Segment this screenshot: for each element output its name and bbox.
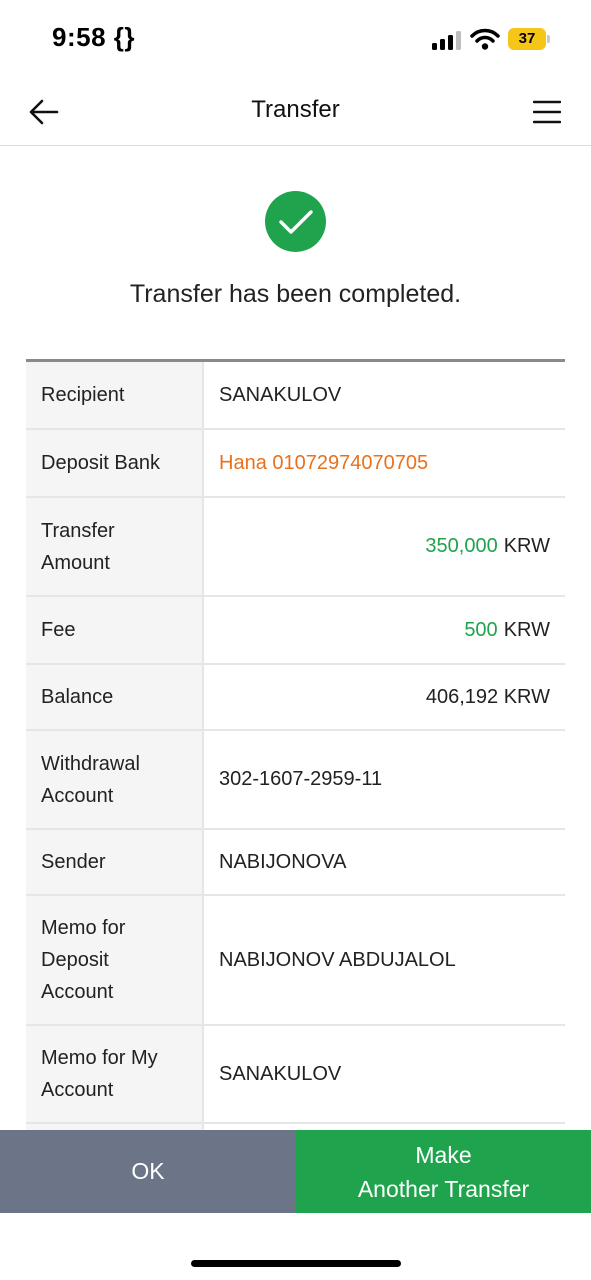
transfer-amount-number: 350,000 [425,535,498,557]
status-time: 9:58 {} [52,22,135,52]
fee-value: 500 KRW [204,597,565,663]
withdrawal-account-label-line2: Account [41,784,114,807]
transfer-amount-currency: KRW [503,535,550,557]
cellular-signal-icon [432,30,462,50]
detail-row-fee: Fee 500 KRW [26,597,565,665]
recipient-value: SANAKULOV [219,383,342,406]
fee-currency: KRW [503,618,550,641]
detail-row-deposit-bank: Deposit Bank Hana 01072974070705 [26,430,565,498]
memo-my-account-label-line1: Memo for My [41,1047,158,1069]
success-message: Transfer has been completed. [129,280,462,308]
fee-number: 500 [464,618,498,641]
sender-label: Sender [26,830,204,894]
sender-value: NABIJONOVA [219,850,347,873]
memo-deposit-value: NABIJONOV ABDUJALOL [219,948,456,971]
detail-row-sender: Sender NABIJONOVA [26,830,565,896]
detail-row-withdrawal-account: Withdrawal Account 302-1607-2959-11 [26,731,565,830]
memo-deposit-label-line3: Account [41,981,114,1003]
detail-row-memo-my-account: Memo for My Account SANAKULOV [26,1026,565,1124]
deposit-bank-value: Hana 01072974070705 [219,451,429,474]
detail-row-transfer-amount: Transfer Amount 350,000 KRW [26,498,565,597]
transfer-details-table: Recipient SANAKULOV Deposit Bank Hana 01… [26,359,565,1164]
memo-my-account-value: SANAKULOV [219,1062,342,1085]
transfer-amount-label-line1: Transfer [41,519,115,542]
memo-deposit-label-line2: Deposit [41,949,109,971]
make-another-transfer-line1: Make [415,1141,472,1168]
check-circle-icon [265,191,326,252]
withdrawal-account-value: 302-1607-2959-11 [219,768,383,790]
transfer-amount-label: Transfer Amount [26,498,204,595]
bottom-action-bar: OK Make Another Transfer [0,1130,591,1213]
hamburger-menu-icon [533,100,561,124]
memo-my-account-label: Memo for My Account [26,1026,204,1122]
battery-level: 37 [518,30,536,47]
status-bar: 9:58 {} 37 [0,0,591,78]
ok-button[interactable]: OK [0,1130,296,1213]
recipient-label: Recipient [26,362,204,428]
balance-value: 406,192 KRW [425,685,550,708]
transfer-amount-label-line2: Amount [41,551,110,574]
nav-bar: Transfer [0,78,591,146]
menu-button[interactable] [527,92,567,132]
withdrawal-account-label-line1: Withdrawal [41,752,140,775]
wifi-icon [470,27,500,51]
detail-row-memo-deposit: Memo for Deposit Account NABIJONOV ABDUJ… [26,896,565,1026]
page-title: Transfer [251,96,340,123]
balance-label: Balance [26,665,204,729]
memo-my-account-label-line2: Account [41,1079,114,1101]
detail-row-balance: Balance 406,192 KRW [26,665,565,731]
detail-row-recipient: Recipient SANAKULOV [26,362,565,430]
make-another-transfer-line2: Another Transfer [357,1175,530,1202]
battery-charging-icon: 37 [508,28,550,50]
fee-label: Fee [26,597,204,663]
home-indicator[interactable] [191,1260,401,1267]
withdrawal-account-label: Withdrawal Account [26,731,204,828]
memo-deposit-label: Memo for Deposit Account [26,896,204,1024]
deposit-bank-label: Deposit Bank [26,430,204,496]
transfer-complete-screen: 9:58 {} 37 Transfer Transfer has been co… [0,0,591,1280]
memo-deposit-label-line1: Memo for [41,917,126,939]
make-another-transfer-button[interactable]: Make Another Transfer [296,1130,591,1213]
transfer-amount-value: 350,000 KRW [204,498,565,595]
